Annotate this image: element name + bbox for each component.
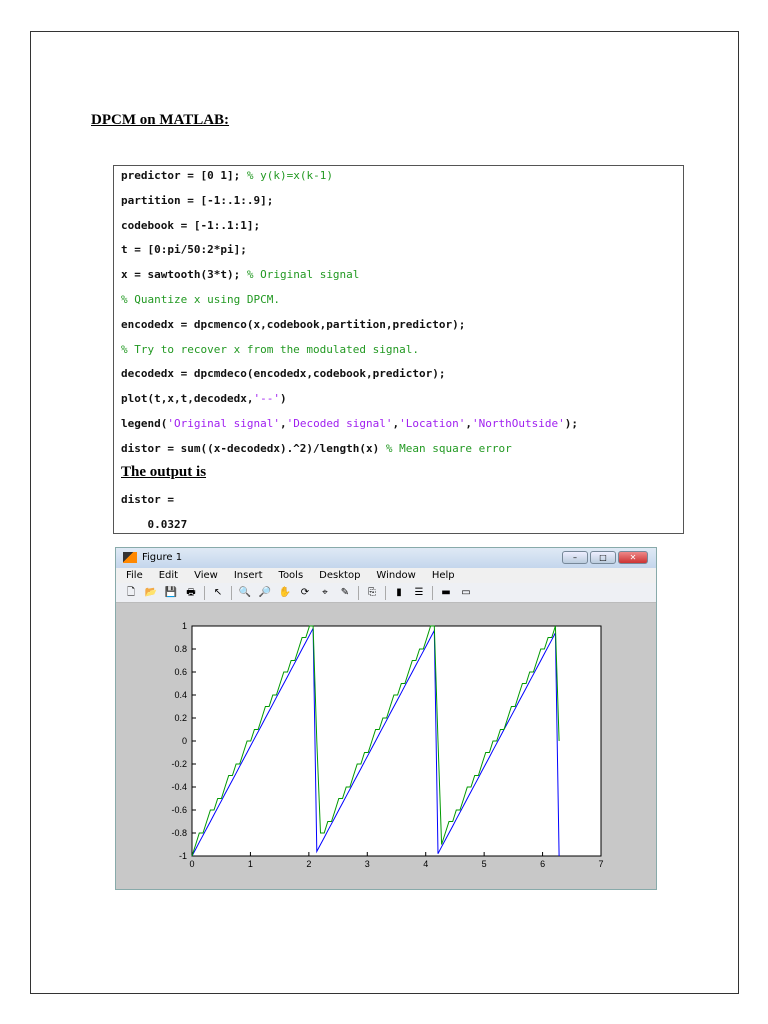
code-string: 'Location' [399,417,466,430]
x-tick-label: 2 [306,859,311,869]
maximize-button[interactable]: □ [590,551,616,564]
code-comment: % Original signal [246,268,360,282]
code-line: legend('Original signal','Decoded signal… [121,417,578,430]
zoom-out-icon[interactable]: 🔎 [258,586,272,599]
code-text: plot(t,x,t,decodedx, [121,392,254,406]
code-text: codebook = [-1:.1:1]; [121,218,261,232]
brush-icon[interactable]: ✎ [338,586,352,599]
close-button[interactable]: ✕ [618,551,648,564]
code-text: legend( [121,417,168,430]
code-text: distor = sum((x-decodedx).^2)/length(x) [121,441,386,455]
menu-desktop[interactable]: Desktop [319,568,360,583]
pointer-icon[interactable]: ↖ [211,586,225,599]
plot-area: 0 1 2 3 4 5 6 7 -1 -0.8 -0.6 -0.4 -0.2 0 0.2 0.4 0.6 0.8 1 [171,621,603,869]
code-line: partition = [-1:.1:.9]; [121,194,273,207]
menu-edit[interactable]: Edit [159,568,178,583]
y-tick-label: 0.4 [174,690,187,700]
toolbar-separator [385,585,386,600]
save-icon[interactable]: 💾 [164,586,178,599]
print-icon[interactable]: 🖶 [184,586,198,599]
code-text: encodedx = dpcmenco(x,codebook,partition… [121,317,466,331]
menu-bar: File Edit View Insert Tools Desktop Window Help [116,568,656,583]
code-line: distor = sum((x-decodedx).^2)/length(x) … [121,442,512,455]
code-text: predictor = [0 1]; [121,169,247,182]
y-tick-label: 0.8 [174,644,187,654]
output-heading: The output is [121,464,207,480]
code-comment: % Quantize x using DPCM. [121,293,280,306]
code-string: '--' [253,392,280,406]
x-tick-label: 3 [365,859,370,869]
code-string: 'NorthOutside' [472,417,565,430]
y-tick-label: -0.4 [171,782,187,792]
y-tick-label: -0.2 [171,759,187,769]
code-line: % Quantize x using DPCM. [121,293,280,306]
y-tick-label: -0.6 [171,805,187,815]
title-bar[interactable]: Figure 1 – □ ✕ [116,548,656,568]
y-tick-label: -1 [179,851,187,861]
code-text: , [279,417,287,430]
toolbar-separator [204,585,205,600]
minimize-button[interactable]: – [562,551,588,564]
code-line: predictor = [0 1]; % y(k)=x(k-1) [121,169,333,182]
x-tick-label: 1 [248,859,253,869]
code-text: x = sawtooth(3*t); [121,268,247,282]
y-tick-label: 1 [182,621,187,631]
colorbar-icon[interactable]: ▮ [392,586,406,599]
code-line: % Try to recover x from the modulated si… [121,343,419,356]
x-tick-label: 7 [598,859,603,869]
code-text: partition = [-1:.1:.9]; [121,193,274,207]
menu-file[interactable]: File [126,568,143,583]
menu-help[interactable]: Help [432,568,455,583]
code-text: t = [0:pi/50:2*pi]; [121,243,247,257]
code-comment: % Mean square error [385,441,512,455]
output-value: 0.0327 [121,518,188,531]
code-line: x = sawtooth(3*t); % Original signal [121,268,359,281]
show-tools-icon[interactable]: ▭ [459,586,473,599]
page-title: DPCM on MATLAB: [91,112,230,128]
output-line: distor = [121,493,174,506]
toolbar-separator [432,585,433,600]
x-tick-label: 5 [482,859,487,869]
code-text: ) [279,392,287,406]
hide-tools-icon[interactable]: ▬ [439,586,453,599]
code-string: 'Original signal' [167,417,280,430]
code-line: codebook = [-1:.1:1]; [121,219,260,232]
pan-icon[interactable]: ✋ [278,586,292,599]
code-comment: % Try to recover x from the modulated si… [121,342,420,356]
code-line: encodedx = dpcmenco(x,codebook,partition… [121,318,465,331]
code-box: predictor = [0 1]; % y(k)=x(k-1) partitio… [113,165,684,534]
y-tick-label: -0.8 [171,828,187,838]
link-icon[interactable]: ⎘ [365,586,379,599]
datacursor-icon[interactable]: ⌖ [318,586,332,599]
menu-window[interactable]: Window [376,568,415,583]
code-comment: % y(k)=x(k-1) [246,169,333,182]
window-title: Figure 1 [142,552,183,563]
code-line: t = [0:pi/50:2*pi]; [121,243,247,256]
figure-window: Figure 1 – □ ✕ File Edit View Insert Tools De… [115,547,657,890]
toolbar: 🗋 📂 💾 🖶 ↖ 🔍 🔎 ✋ ⟳ ⌖ ✎ ⎘ ▮ ☰ ▬ ▭ [116,583,656,603]
y-tick-label: 0.6 [174,667,187,677]
new-icon[interactable]: 🗋 [124,586,138,599]
code-line: plot(t,x,t,decodedx,'--') [121,392,287,405]
y-tick-label: 0 [182,736,187,746]
menu-insert[interactable]: Insert [234,568,263,583]
y-tick-label: 0.2 [174,713,187,723]
matlab-logo-icon [123,552,137,563]
code-string: 'Decoded signal' [286,417,393,430]
menu-tools[interactable]: Tools [279,568,304,583]
zoom-in-icon[interactable]: 🔍 [238,586,252,599]
x-tick-label: 0 [189,859,194,869]
code-text: ); [564,417,578,430]
code-text: decodedx = dpcmdeco(encodedx,codebook,pr… [121,367,446,381]
legend-icon[interactable]: ☰ [412,586,426,599]
toolbar-separator [358,585,359,600]
x-tick-label: 4 [423,859,428,869]
x-tick-label: 6 [540,859,545,869]
menu-view[interactable]: View [194,568,218,583]
code-line: decodedx = dpcmdeco(encodedx,codebook,pr… [121,367,446,380]
open-icon[interactable]: 📂 [144,586,158,599]
rotate-icon[interactable]: ⟳ [298,586,312,599]
toolbar-separator [231,585,232,600]
